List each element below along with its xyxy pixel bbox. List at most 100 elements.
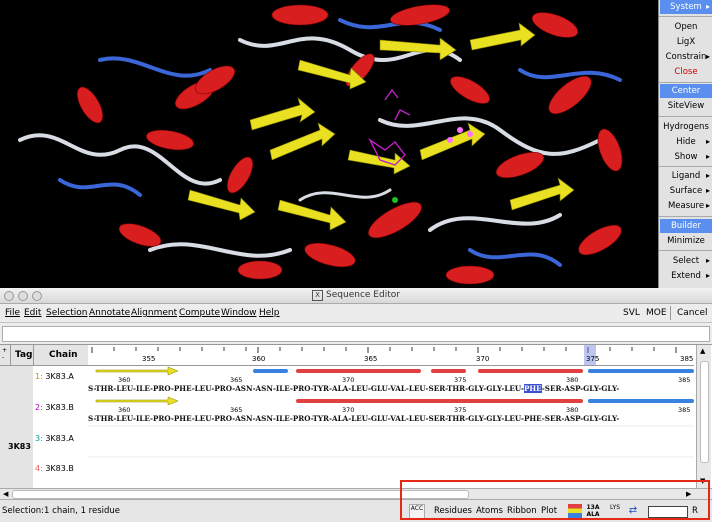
menu-help[interactable]: Help — [259, 304, 280, 322]
selection-status: Selection:1 chain, 1 residue — [2, 506, 121, 516]
column-header: + - Tag Chain — [0, 345, 88, 366]
residue-number: 375 — [454, 376, 467, 384]
system-menu-button[interactable]: System — [660, 0, 712, 14]
cancel-button[interactable]: Cancel — [677, 304, 708, 322]
hide-menu-button[interactable]: Hide — [660, 135, 712, 149]
ligand-menu-button[interactable]: Ligand — [660, 169, 712, 183]
sequence-text: -SER-ASP-GLY-GLY- — [541, 384, 620, 393]
menu-edit[interactable]: Edit — [24, 304, 41, 322]
panel-divider — [659, 166, 712, 167]
protein-ribbon-render — [18, 4, 623, 285]
horizontal-scrollbar[interactable]: ◀ ▶ — [0, 488, 712, 499]
scroll-left-icon[interactable]: ◀ — [3, 489, 8, 499]
open-button[interactable]: Open — [660, 20, 712, 34]
close-button[interactable]: Close — [660, 65, 712, 79]
residue-number: 380 — [566, 376, 579, 384]
residue-number: 360 — [118, 376, 131, 384]
sequence-editor-window: X Sequence Editor File Edit Selection Ann… — [0, 288, 712, 522]
ruler-label: 385 — [680, 355, 694, 363]
r-button[interactable]: R — [690, 503, 700, 519]
button-divider — [670, 306, 671, 320]
moe-button[interactable]: MOE — [646, 304, 667, 322]
app-icon: X — [312, 290, 324, 301]
minimize-button[interactable]: Minimize — [660, 234, 712, 248]
sequence-pane[interactable]: 360 365 370 375 380 385 S-THR-LEU-ILE-PR… — [88, 366, 694, 489]
sequence-text: S-THR-LEU-ILE-PRO-PHE-LEU-PRO-ASN-ASN-IL… — [88, 384, 524, 393]
sequence-row-2[interactable]: S-THR-LEU-ILE-PRO-PHE-LEU-PRO-ASN-ASN-IL… — [88, 414, 619, 423]
ruler-label: 355 — [142, 355, 156, 363]
scroll-right-icon[interactable]: ▶ — [686, 489, 691, 499]
menu-annotate[interactable]: Annotate — [89, 304, 130, 322]
center-button[interactable]: Center — [660, 84, 712, 98]
row-toggle-icon[interactable]: + - — [2, 347, 7, 361]
chain-row-1[interactable]: 1: 3K83.A — [35, 372, 74, 381]
chain-name: 3K83.B — [45, 403, 74, 412]
plot-button[interactable]: Plot — [539, 503, 559, 519]
chain-row-3[interactable]: 3: 3K83.A — [35, 434, 74, 443]
thirteen-ala-icon[interactable]: 13A ALA — [586, 504, 600, 518]
chain-number: 1: — [35, 372, 43, 381]
show-menu-button[interactable]: Show — [660, 150, 712, 164]
scroll-thumb[interactable] — [12, 490, 469, 499]
panel-divider — [659, 250, 712, 251]
title-bar[interactable]: X Sequence Editor — [0, 288, 712, 304]
residue-number: 385 — [678, 376, 691, 384]
color-bars-icon[interactable] — [568, 504, 582, 518]
scroll-up-icon[interactable]: ▲ — [700, 347, 705, 355]
surface-menu-button[interactable]: Surface — [660, 184, 712, 198]
residues-button[interactable]: Residues — [432, 503, 474, 519]
residue-number: 360 — [118, 406, 131, 414]
lys-icon[interactable]: LYS — [608, 504, 622, 518]
panel-divider — [659, 216, 712, 217]
builder-button[interactable]: Builder — [660, 219, 712, 233]
tag-column-header[interactable]: Tag — [15, 345, 33, 365]
menu-alignment[interactable]: Alignment — [131, 304, 177, 322]
residue-number: 385 — [678, 406, 691, 414]
panel-divider — [659, 16, 712, 17]
menu-selection[interactable]: Selection — [46, 304, 87, 322]
measure-menu-button[interactable]: Measure — [660, 199, 712, 213]
chain-column: 1: 3K83.A 2: 3K83.B 3: 3K83.A 4: 3K83.B — [33, 366, 88, 489]
residue-ruler: 355 360 365 370 375 385 — [88, 345, 694, 366]
hydrogens-button[interactable]: Hydrogens — [660, 120, 712, 134]
chain-row-4[interactable]: 4: 3K83.B — [35, 464, 74, 473]
svl-button[interactable]: SVL — [623, 304, 640, 322]
window-title-text: Sequence Editor — [326, 290, 400, 300]
chain-name: 3K83.A — [45, 434, 74, 443]
molecule-viewport[interactable] — [0, 0, 658, 288]
chain-row-2[interactable]: 2: 3K83.B — [35, 403, 74, 412]
extend-menu-button[interactable]: Extend — [660, 269, 712, 283]
ruler-label: 375 — [586, 355, 600, 363]
siteview-button[interactable]: SiteView — [660, 99, 712, 113]
atoms-button[interactable]: Atoms — [474, 503, 505, 519]
command-panel: System Open LigX Constrain Close Center … — [658, 0, 712, 288]
column-divider — [33, 345, 34, 365]
chain-name: 3K83.A — [45, 372, 74, 381]
ribbon-button[interactable]: Ribbon — [505, 503, 539, 519]
status-bar: Selection:1 chain, 1 residue ACC Residue… — [0, 499, 712, 522]
chain-number: 4: — [35, 464, 43, 473]
tag-column: 3K83 — [0, 366, 33, 489]
double-arrow-icon[interactable]: ⇄ — [626, 504, 640, 518]
menu-file[interactable]: File — [5, 304, 20, 322]
sequence-area: + - Tag Chain 3K83 1: 3K83.A 2: 3K83.B 3:… — [0, 344, 712, 489]
tag-label[interactable]: 3K83 — [8, 442, 31, 451]
residue-number: 375 — [454, 406, 467, 414]
scroll-thumb[interactable] — [700, 361, 709, 463]
zoom-slider[interactable] — [648, 506, 688, 518]
ligx-button[interactable]: LigX — [660, 35, 712, 49]
constrain-menu-button[interactable]: Constrain — [660, 50, 712, 64]
sequence-row-1[interactable]: S-THR-LEU-ILE-PRO-PHE-LEU-PRO-ASN-ASN-IL… — [88, 384, 619, 393]
scroll-down-icon[interactable]: ▼ — [700, 477, 705, 485]
menu-compute[interactable]: Compute — [179, 304, 220, 322]
select-menu-button[interactable]: Select — [660, 254, 712, 268]
vertical-scrollbar[interactable]: ▲ ▼ — [696, 345, 711, 489]
ruler-label: 365 — [364, 355, 378, 363]
chain-column-header[interactable]: Chain — [49, 345, 78, 365]
chain-number: 3: — [35, 434, 43, 443]
menu-window[interactable]: Window — [221, 304, 257, 322]
command-input[interactable] — [2, 326, 710, 342]
selected-residue[interactable]: PHE — [523, 384, 542, 393]
chain-number: 2: — [35, 403, 43, 412]
residue-color-icon[interactable]: ACC — [409, 504, 425, 520]
